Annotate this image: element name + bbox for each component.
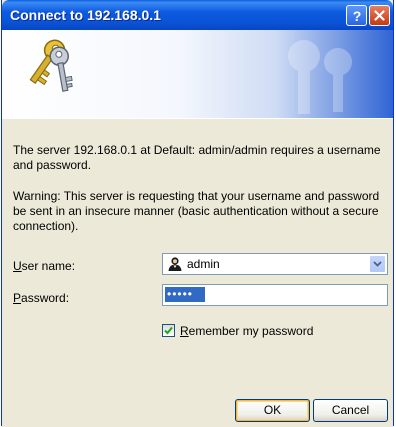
- help-button[interactable]: ?: [346, 5, 367, 26]
- security-warning: Warning: This server is requesting that …: [13, 189, 380, 233]
- checkmark-icon: [164, 326, 173, 335]
- user-icon: [168, 257, 182, 271]
- username-label: User name:: [13, 259, 75, 273]
- password-label: Password:: [13, 291, 69, 305]
- remember-label-text: emember my password: [188, 324, 314, 338]
- remember-label-accesskey: R: [180, 324, 189, 338]
- dialog-title: Connect to 192.168.0.1: [10, 7, 161, 23]
- dialog-body: The server 192.168.0.1 at Default: admin…: [2, 118, 393, 427]
- username-label-text: ser name:: [21, 259, 76, 273]
- username-value: admin: [187, 257, 220, 271]
- password-input[interactable]: •••••: [162, 284, 388, 306]
- ok-button[interactable]: OK: [235, 399, 310, 422]
- close-icon: [374, 10, 385, 21]
- close-button[interactable]: [369, 5, 390, 26]
- help-icon: ?: [352, 9, 361, 23]
- title-bar[interactable]: Connect to 192.168.0.1 ?: [2, 0, 393, 30]
- keys-watermark-icon: [288, 40, 352, 114]
- svg-text:?: ?: [352, 9, 361, 23]
- cancel-button[interactable]: Cancel: [313, 399, 388, 422]
- username-dropdown-button[interactable]: [369, 255, 386, 273]
- remember-password-checkbox[interactable]: [162, 324, 175, 337]
- password-label-accesskey: P: [13, 291, 22, 305]
- keys-icon: [29, 39, 73, 92]
- dialog-banner: [2, 30, 393, 118]
- login-dialog: Connect to 192.168.0.1 ? The server 192.…: [1, 0, 394, 427]
- auth-message: The server 192.168.0.1 at Default: admin…: [13, 143, 381, 172]
- chevron-down-icon: [373, 261, 382, 267]
- username-label-accesskey: U: [13, 259, 22, 273]
- remember-password-label[interactable]: Remember my password: [180, 324, 313, 338]
- password-label-text: assword:: [21, 291, 70, 305]
- password-value: •••••: [165, 287, 205, 302]
- username-combobox[interactable]: admin: [162, 253, 388, 275]
